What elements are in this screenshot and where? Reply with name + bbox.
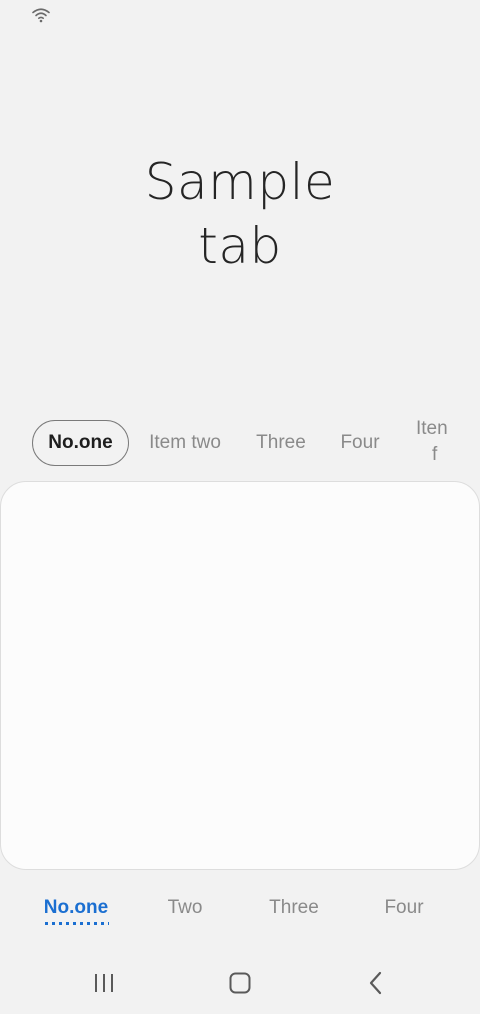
top-tab-four[interactable]: Four [334, 420, 386, 466]
recents-icon [95, 974, 113, 992]
home-icon [229, 972, 251, 994]
top-tab-partial-line1: Iten [416, 420, 448, 439]
recents-button[interactable] [82, 966, 126, 1000]
top-tab-bar: No.one Item two Three Four Iten f [0, 418, 480, 468]
home-button[interactable] [218, 966, 262, 1000]
wifi-icon [32, 8, 50, 23]
content-card [0, 481, 480, 870]
page-title-line1: Sample [144, 153, 336, 211]
top-tab-partial-line2: f [432, 444, 438, 464]
status-bar [0, 0, 480, 30]
top-tab-item-two[interactable]: Item two [140, 420, 230, 466]
bottom-tab-three[interactable]: Three [259, 888, 329, 928]
page-title: Sample tab [0, 150, 480, 278]
bottom-tab-bar: No.one Two Three Four [0, 888, 480, 932]
bottom-tab-indicator [45, 922, 109, 925]
back-icon [369, 971, 382, 995]
bottom-tab-two[interactable]: Two [155, 888, 215, 928]
bottom-tab-four[interactable]: Four [374, 888, 434, 928]
top-tab-three[interactable]: Three [248, 420, 314, 466]
top-tab-partial-item[interactable]: Iten f [412, 420, 452, 464]
back-button[interactable] [354, 966, 398, 1000]
navigation-bar [0, 952, 480, 1014]
page-title-line2: tab [198, 217, 282, 275]
top-tab-no-one[interactable]: No.one [32, 420, 129, 466]
